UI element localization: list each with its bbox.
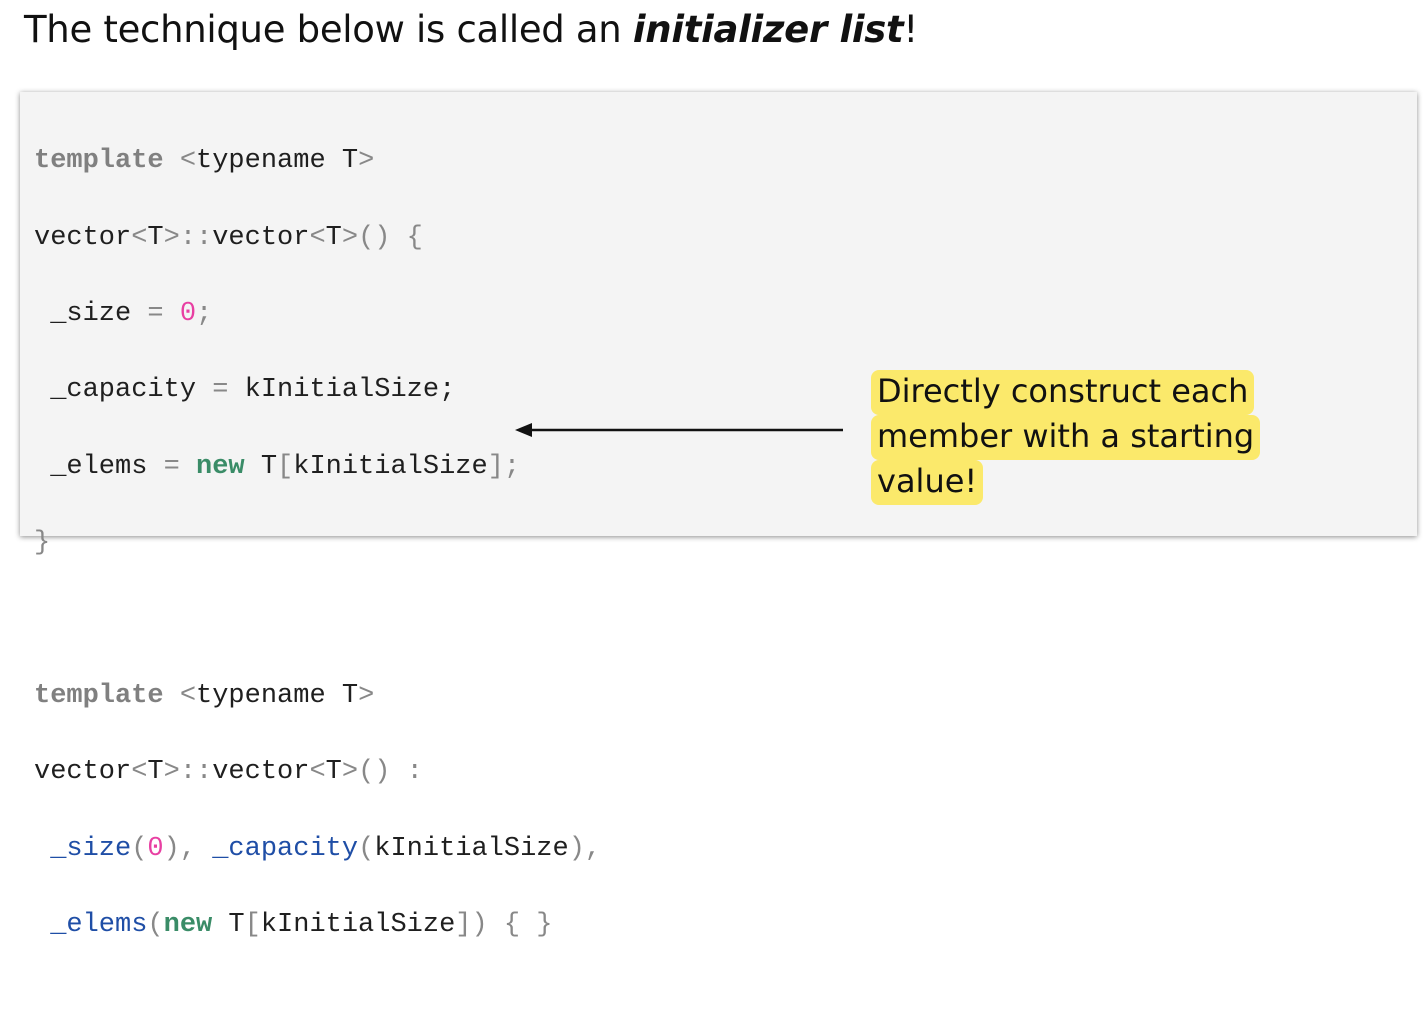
code-punct: [ bbox=[244, 910, 261, 941]
code-line: _elems(new T[kInitialSize]) { } bbox=[34, 906, 601, 944]
code-punct: = bbox=[163, 451, 180, 482]
code-text: template <typename T> vector<T>::vector<… bbox=[34, 104, 601, 1021]
code-token: vector bbox=[34, 222, 132, 253]
code-line: template <typename T> bbox=[34, 677, 601, 715]
code-punct: > bbox=[358, 146, 375, 177]
code-typename: typename T bbox=[196, 146, 359, 177]
code-punct: > bbox=[341, 222, 359, 253]
code-token: vector bbox=[212, 222, 310, 253]
code-punct: > bbox=[341, 757, 359, 788]
code-token: T bbox=[147, 222, 164, 253]
code-token: vector bbox=[34, 757, 132, 788]
code-punct: ( bbox=[131, 833, 148, 864]
code-token: kInitialSize bbox=[374, 833, 569, 864]
arrow-left-icon bbox=[515, 423, 843, 437]
code-member: _size bbox=[50, 833, 132, 864]
code-punct: ] bbox=[455, 910, 472, 941]
callout-line-2: member with a starting bbox=[871, 415, 1261, 460]
code-punct: < bbox=[131, 222, 148, 253]
code-token: T bbox=[147, 757, 164, 788]
code-number: 0 bbox=[179, 298, 197, 329]
code-punct: > bbox=[358, 680, 375, 711]
keyword-new: new bbox=[163, 910, 213, 941]
code-token: kInitialSize; bbox=[228, 375, 456, 406]
keyword-template: template bbox=[34, 680, 164, 711]
keyword-new: new bbox=[196, 451, 245, 482]
code-token: _capacity bbox=[34, 375, 213, 406]
code-token: T bbox=[325, 222, 342, 253]
slide-heading: The technique below is called an initial… bbox=[24, 8, 918, 51]
code-punct: () : bbox=[358, 757, 423, 788]
callout-note: Directly construct each member with a st… bbox=[871, 370, 1261, 505]
keyword-template: template bbox=[34, 146, 164, 177]
callout-line-3: value! bbox=[871, 460, 984, 505]
code-token: kInitialSize bbox=[260, 910, 456, 941]
heading-emphasis: initializer list bbox=[632, 8, 904, 51]
callout-line-1: Directly construct each bbox=[871, 370, 1255, 415]
code-punct: < bbox=[309, 222, 326, 253]
code-token: kInitialSize bbox=[293, 451, 488, 482]
code-punct: ), bbox=[163, 833, 213, 864]
code-token: _size bbox=[34, 298, 148, 329]
code-typename: typename T bbox=[196, 680, 359, 711]
heading-suffix: ! bbox=[903, 8, 918, 51]
code-number: 0 bbox=[147, 833, 164, 864]
code-line: vector<T>::vector<T>() { bbox=[34, 219, 601, 257]
code-punct: ; bbox=[196, 298, 213, 329]
code-token: T bbox=[325, 757, 342, 788]
code-punct: < bbox=[131, 757, 148, 788]
code-punct: < bbox=[179, 146, 197, 177]
code-punct: :: bbox=[179, 757, 213, 788]
code-token: T bbox=[244, 451, 278, 482]
code-line: } bbox=[34, 524, 601, 562]
code-punct: ), bbox=[568, 833, 602, 864]
code-line: _elems = new T[kInitialSize]; bbox=[34, 448, 601, 486]
code-punct: ( bbox=[358, 833, 375, 864]
code-line: _size(0), _capacity(kInitialSize), bbox=[34, 830, 601, 868]
code-punct: } bbox=[34, 528, 51, 559]
code-member: _capacity bbox=[212, 833, 359, 864]
code-punct: ] bbox=[487, 451, 504, 482]
code-punct: ) { } bbox=[471, 910, 553, 941]
code-punct: < bbox=[309, 757, 326, 788]
code-punct: = bbox=[212, 375, 229, 406]
code-line: vector<T>::vector<T>() : bbox=[34, 753, 601, 791]
code-punct: > bbox=[163, 222, 180, 253]
code-punct: :: bbox=[179, 222, 213, 253]
code-punct: [ bbox=[277, 451, 294, 482]
code-line: template <typename T> bbox=[34, 142, 601, 180]
code-token: _elems bbox=[34, 451, 164, 482]
code-punct: () { bbox=[358, 222, 423, 253]
code-line: _capacity = kInitialSize; bbox=[34, 371, 601, 409]
code-punct: > bbox=[163, 757, 180, 788]
code-punct: ( bbox=[147, 910, 164, 941]
code-member: _elems bbox=[50, 910, 148, 941]
code-punct: ; bbox=[503, 451, 521, 482]
code-token: T bbox=[212, 910, 245, 941]
code-punct: = bbox=[147, 298, 164, 329]
heading-text: The technique below is called an bbox=[24, 8, 633, 51]
code-line: _size = 0; bbox=[34, 295, 601, 333]
code-punct: < bbox=[179, 680, 197, 711]
code-token: vector bbox=[212, 757, 310, 788]
